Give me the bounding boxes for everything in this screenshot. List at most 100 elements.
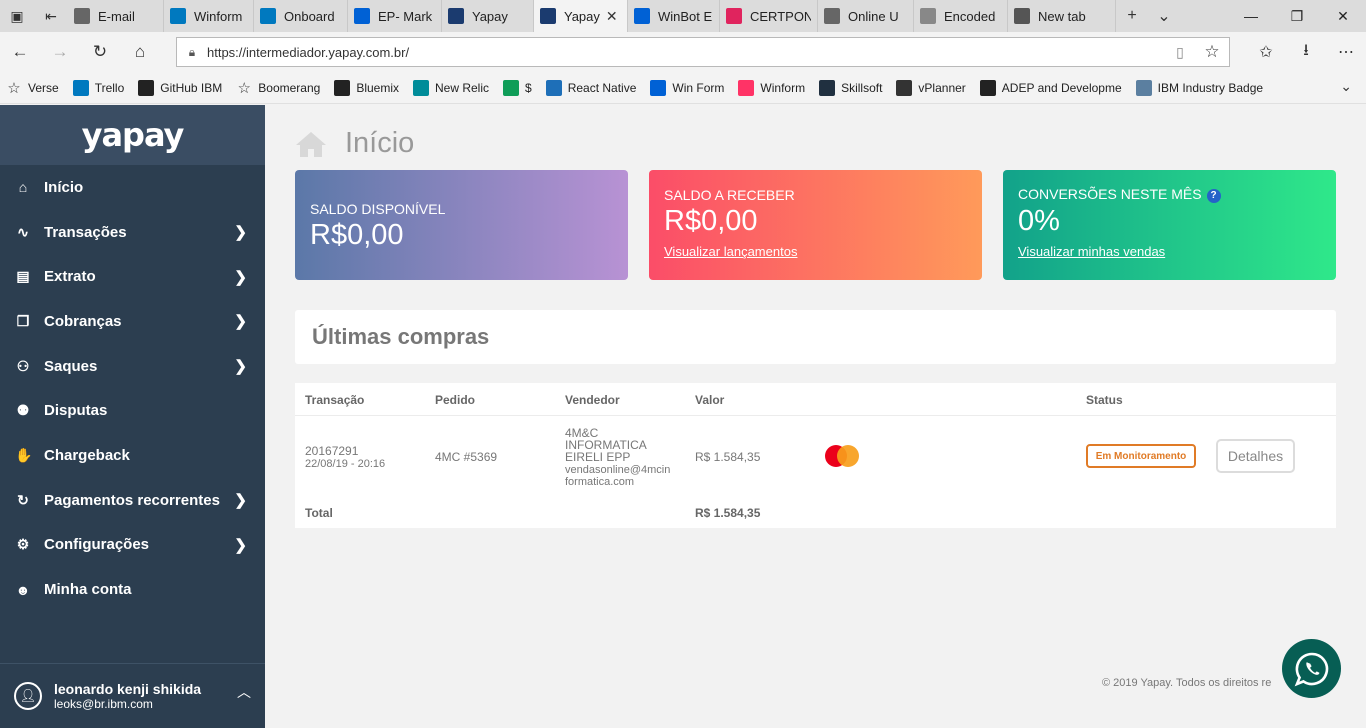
favorite-item[interactable]: React Native <box>545 79 637 96</box>
browser-tab[interactable]: Winform <box>164 0 254 32</box>
file-icon: ▤ <box>16 268 30 285</box>
sidebar-item[interactable]: ⚇ Saques ❯ <box>0 344 265 389</box>
home-button-icon[interactable]: ⌂ <box>120 42 160 62</box>
tab-title: CERTPON <box>750 8 811 24</box>
tabs-aside-icon[interactable]: ⇤ <box>34 0 68 32</box>
tab-title: New tab <box>1038 8 1086 24</box>
favorites-overflow-chevron-icon[interactable]: ⌄ <box>1340 78 1352 95</box>
sidebar-item[interactable]: ☻ Minha conta <box>0 567 265 612</box>
users-icon: ⚉ <box>16 402 30 419</box>
window-controls: — ❐ ✕ <box>1228 0 1366 32</box>
favorite-label: Trello <box>94 80 125 95</box>
conversions-card: CONVERSÕES NESTE MÊS? 0% Visualizar minh… <box>1003 170 1336 280</box>
sidebar-item[interactable]: ▤ Extrato ❯ <box>0 254 265 299</box>
tab-title: EP- Mark <box>378 8 433 24</box>
trello-icon <box>170 8 186 24</box>
tab-list-chevron-icon[interactable]: ⌄ <box>1148 6 1180 26</box>
logo-area[interactable]: yapay <box>0 105 265 165</box>
user-box[interactable]: 👤︎ leonardo kenji shikida leoks@br.ibm.c… <box>0 663 265 728</box>
favorites-hub-icon[interactable]: ✩ <box>1246 42 1286 62</box>
thumbs-down-icon: ✋ <box>15 446 33 463</box>
transaction-id: 20167291 <box>305 444 359 458</box>
sidebar-item[interactable]: ✋ Chargeback <box>0 433 265 478</box>
more-menu-icon[interactable]: ⋯ <box>1326 42 1366 62</box>
favorite-item[interactable]: Skillsoft <box>819 79 883 96</box>
trello-icon <box>260 8 276 24</box>
favorite-label: Skillsoft <box>841 80 883 95</box>
star-icon: ☆ <box>7 79 21 97</box>
url-text[interactable]: https://intermediador.yapay.com.br/ <box>207 45 1165 60</box>
favorite-label: React Native <box>567 80 637 95</box>
favorites-bar: ☆ Verse Trello GitHub IBM ☆ Boomerang Bluemix N… <box>0 72 1366 104</box>
browser-tab[interactable]: EP- Mark <box>348 0 442 32</box>
browser-tab[interactable]: Encoded <box>914 0 1008 32</box>
sidebar-item[interactable]: ⚙ Configurações ❯ <box>0 523 265 568</box>
browser-tab[interactable]: WinBot E <box>628 0 720 32</box>
minimize-icon[interactable]: — <box>1228 0 1274 32</box>
favorite-item[interactable]: Win Form <box>650 79 724 96</box>
back-icon[interactable]: ← <box>0 42 40 62</box>
favorite-star-icon[interactable]: ☆ <box>1195 42 1229 62</box>
transaction-date: 22/08/19 - 20:16 <box>305 458 386 470</box>
favorite-label: $ <box>525 80 532 95</box>
receivable-balance-label: SALDO A RECEBER <box>664 187 795 203</box>
sidebar-item[interactable]: ❐ Cobranças ❯ <box>0 299 265 344</box>
browser-tab[interactable]: Onboard <box>254 0 348 32</box>
favorite-item[interactable]: $ <box>503 79 532 96</box>
favorite-label: ADEP and Developme <box>1001 80 1122 95</box>
yapay-logo[interactable]: yapay <box>82 116 185 154</box>
column-header-status: Status <box>1086 393 1123 407</box>
browser-tab[interactable]: E-mail <box>68 0 164 32</box>
favorite-item[interactable]: ☆ Verse <box>6 79 59 97</box>
help-icon[interactable]: ? <box>1206 188 1221 203</box>
sidebar-item[interactable]: ⌂ Início <box>0 165 265 210</box>
details-button[interactable]: Detalhes <box>1216 439 1295 473</box>
browser-tab[interactable]: Yapay <box>442 0 534 32</box>
url-field[interactable]: 🔒︎ https://intermediador.yapay.com.br/ ▯… <box>176 37 1230 67</box>
newtab-icon <box>1014 8 1030 24</box>
forward-icon[interactable]: → <box>40 42 80 62</box>
favorite-item[interactable]: IBM Industry Badge <box>1135 79 1263 96</box>
view-sales-link[interactable]: Visualizar minhas vendas <box>1018 244 1165 259</box>
favorite-item[interactable]: vPlanner <box>896 79 966 96</box>
sidebar-item-label: Cobranças <box>44 312 122 330</box>
favorite-item[interactable]: Bluemix <box>334 79 399 96</box>
favorite-item[interactable]: Trello <box>72 79 125 96</box>
browser-tab[interactable]: Online U <box>818 0 914 32</box>
close-tab-icon[interactable]: ✕ <box>606 8 618 25</box>
favorite-item[interactable]: Winform <box>738 79 805 96</box>
new-tab-icon[interactable]: + <box>1116 7 1148 25</box>
favorite-item[interactable]: ADEP and Developme <box>979 79 1122 96</box>
sidebar-item[interactable]: ∿ Transações ❯ <box>0 210 265 255</box>
tab-actions-icon[interactable]: ▣ <box>0 0 34 32</box>
browser-tab[interactable]: Yapay ✕ <box>534 0 628 32</box>
whatsapp-button[interactable] <box>1282 639 1341 698</box>
tab-title: Onboard <box>284 8 335 24</box>
view-entries-link[interactable]: Visualizar lançamentos <box>664 244 797 259</box>
reading-view-icon[interactable]: ▯ <box>1165 44 1195 61</box>
downloads-icon[interactable]: ⭳ <box>1286 39 1326 66</box>
refresh-icon: ↻ <box>17 491 29 508</box>
chevron-up-icon[interactable]: ︿ <box>237 682 251 702</box>
sheets-icon <box>503 79 520 96</box>
sidebar-item[interactable]: ⚉ Disputas <box>0 388 265 433</box>
sidebar-item-label: Chargeback <box>44 446 130 464</box>
refresh-icon[interactable]: ↻ <box>80 42 120 62</box>
order-id: 4MC #5369 <box>435 450 498 464</box>
home-icon <box>296 131 326 157</box>
yapay-icon <box>540 8 556 24</box>
browser-tab[interactable]: New tab <box>1008 0 1116 32</box>
user-name: leonardo kenji shikida <box>54 681 202 697</box>
column-header-order: Pedido <box>435 393 476 407</box>
close-window-icon[interactable]: ✕ <box>1320 0 1366 32</box>
favorite-item[interactable]: ☆ Boomerang <box>236 80 321 97</box>
sidebar-item[interactable]: ↻ Pagamentos recorrentes ❯ <box>0 478 265 523</box>
restore-icon[interactable]: ❐ <box>1274 0 1320 32</box>
browser-tab[interactable]: CERTPON <box>720 0 818 32</box>
favorite-label: Verse <box>28 80 59 95</box>
favorite-item[interactable]: New Relic <box>413 79 489 96</box>
lock-icon[interactable]: 🔒︎ <box>177 45 207 60</box>
cash-icon: ⚇ <box>16 357 30 374</box>
tab-title: Online U <box>848 8 899 24</box>
favorite-item[interactable]: GitHub IBM <box>138 79 222 96</box>
